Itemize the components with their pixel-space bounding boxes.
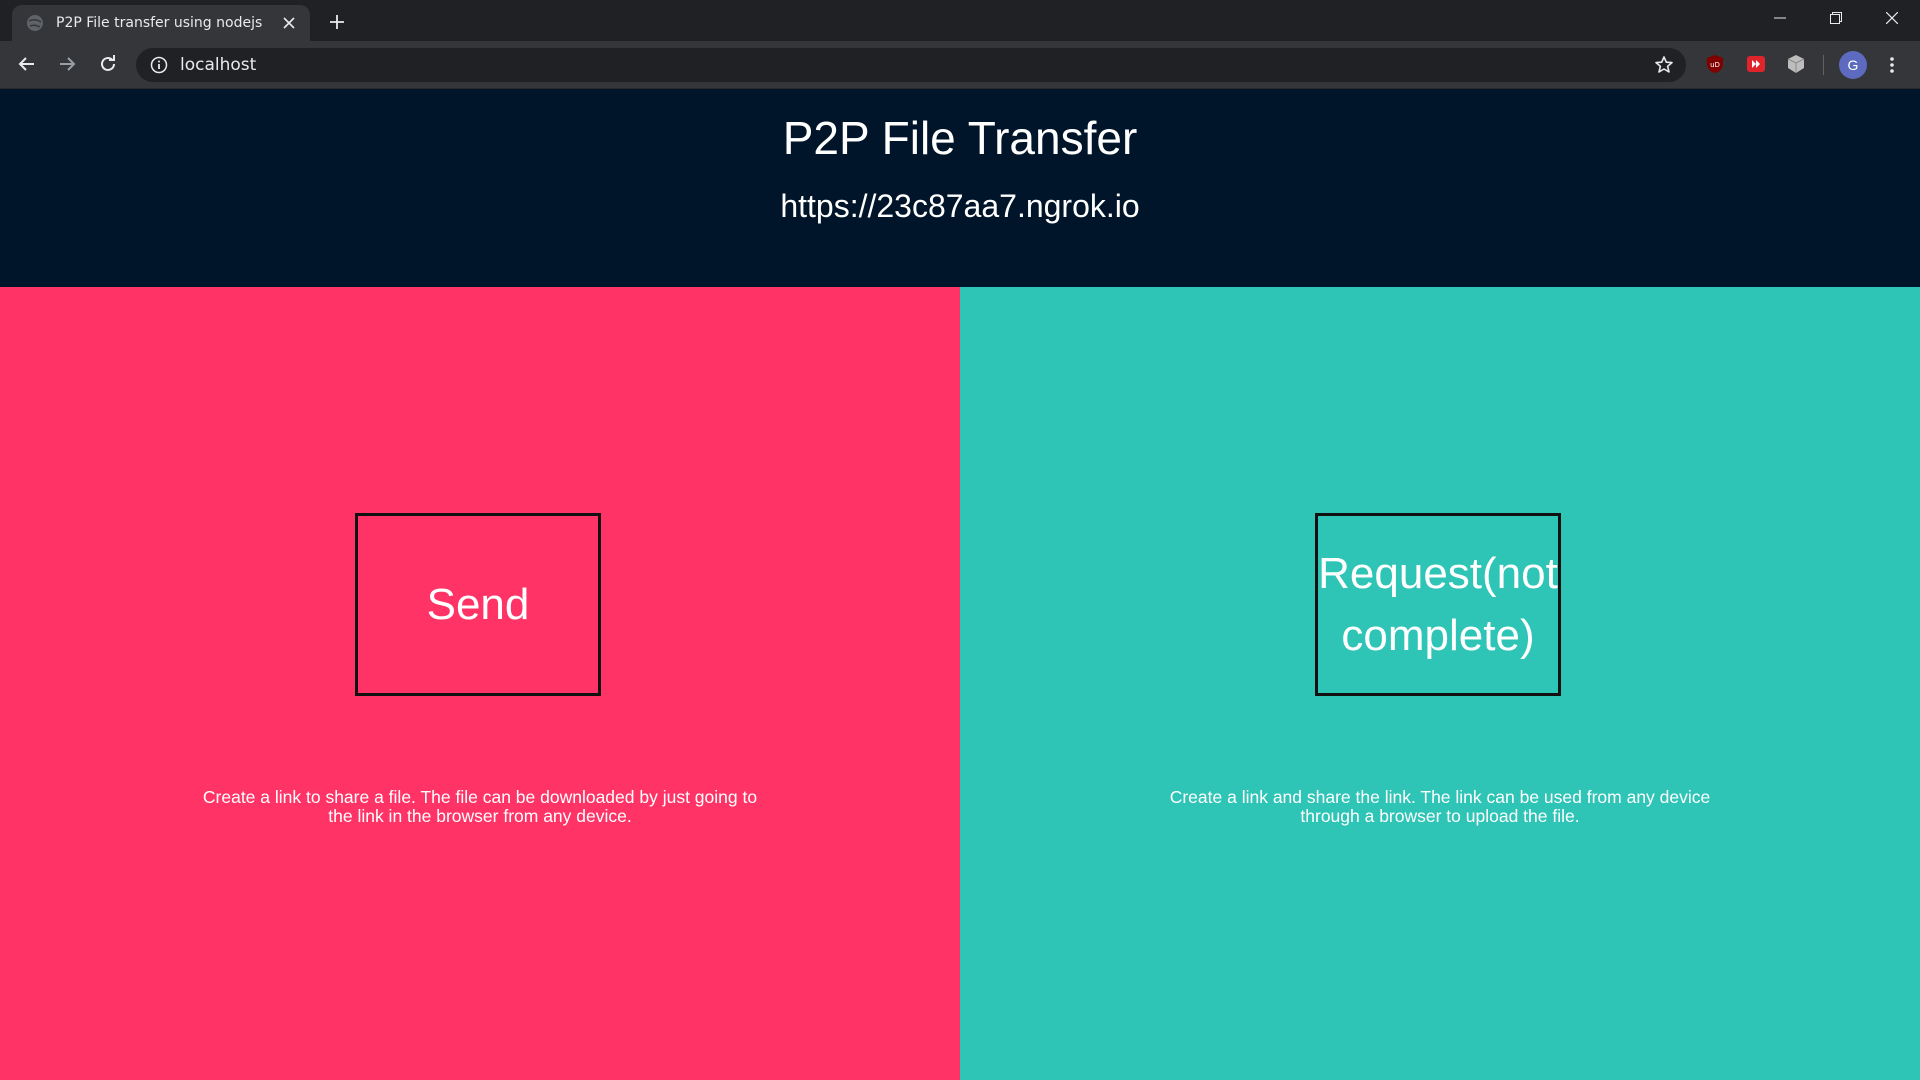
page-title: P2P File Transfer [782, 112, 1138, 164]
star-icon[interactable] [1654, 55, 1674, 75]
request-button[interactable]: Request(not complete) [1315, 513, 1561, 696]
close-icon[interactable] [280, 14, 298, 32]
svg-text:uD: uD [1710, 61, 1720, 69]
browser-toolbar: localhost uD G [0, 41, 1920, 89]
cube-icon[interactable] [1785, 53, 1807, 75]
plus-icon[interactable] [324, 9, 350, 35]
info-icon[interactable] [150, 56, 168, 74]
ublock-icon[interactable]: uD [1704, 53, 1726, 75]
browser-tab[interactable]: P2P File transfer using nodejs [12, 5, 310, 41]
page-viewport: P2P File Transfer https://23c87aa7.ngrok… [0, 89, 1920, 1080]
close-window-icon[interactable] [1864, 0, 1920, 36]
toolbar-separator [1823, 55, 1824, 75]
send-description: Create a link to share a file. The file … [202, 787, 758, 826]
request-description: Create a link and share the link. The li… [1169, 787, 1711, 826]
avatar[interactable]: G [1839, 51, 1867, 79]
video-speed-icon[interactable] [1745, 53, 1767, 75]
url-text: localhost [180, 55, 257, 75]
minimize-icon[interactable] [1752, 0, 1808, 36]
arrow-right-icon[interactable] [52, 49, 82, 79]
window-controls [1752, 0, 1920, 36]
address-bar[interactable]: localhost [136, 48, 1686, 82]
page-header: P2P File Transfer https://23c87aa7.ngrok… [0, 89, 1920, 287]
send-button[interactable]: Send [355, 513, 601, 696]
restore-icon[interactable] [1808, 0, 1864, 36]
browser-titlebar: P2P File transfer using nodejs [0, 0, 1920, 41]
share-url: https://23c87aa7.ngrok.io [780, 188, 1140, 224]
request-panel: Request(not complete) Create a link and … [960, 287, 1920, 1080]
globe-icon [26, 14, 44, 32]
arrow-left-icon[interactable] [12, 49, 42, 79]
send-panel: Send Create a link to share a file. The … [0, 287, 960, 1080]
tab-title: P2P File transfer using nodejs [56, 15, 263, 31]
reload-icon[interactable] [93, 49, 123, 79]
kebab-menu-icon[interactable] [1878, 51, 1906, 79]
